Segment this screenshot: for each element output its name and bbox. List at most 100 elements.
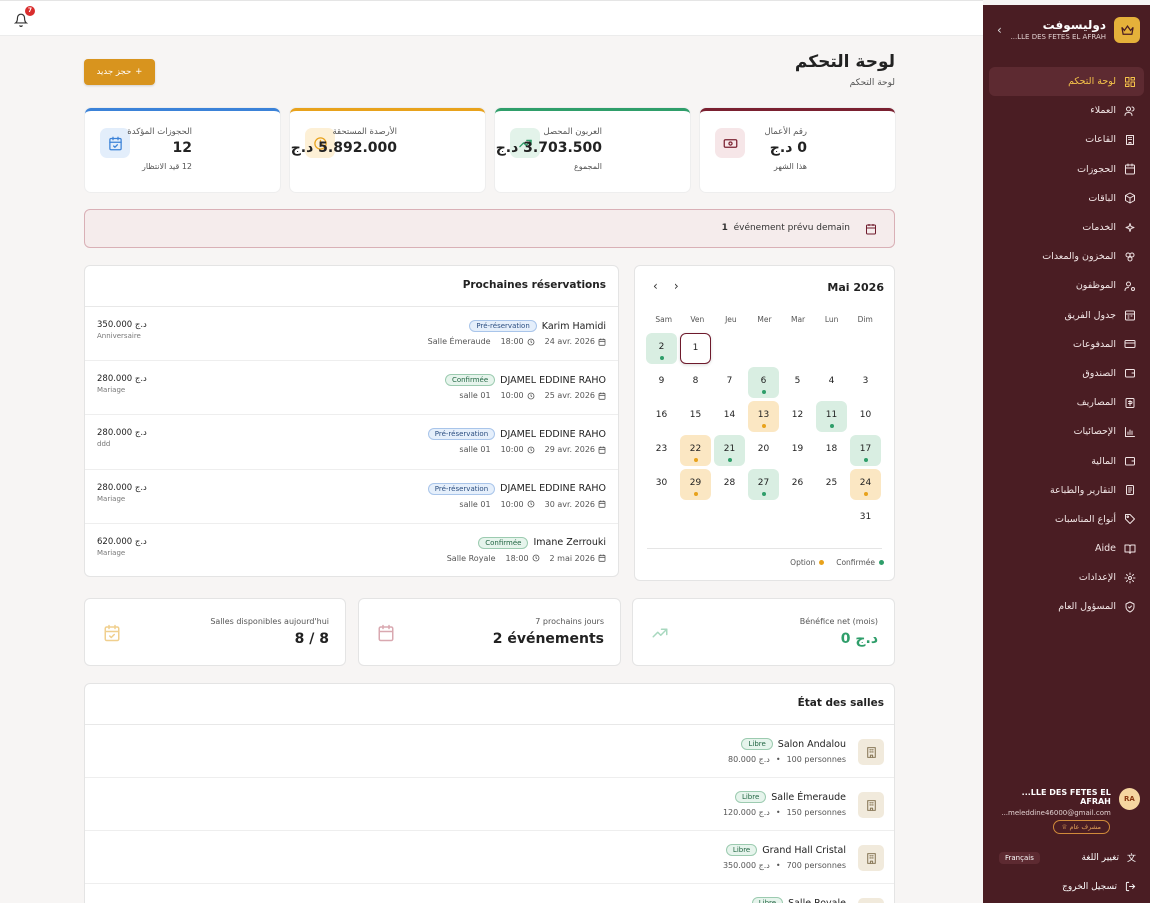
- hall-row[interactable]: Salle Émeraude Libre 150 personnes • 120.000…: [85, 778, 894, 831]
- calendar-day[interactable]: 14: [714, 401, 745, 432]
- chevron-right-icon[interactable]: ›: [674, 279, 679, 293]
- hall-row[interactable]: Grand Hall Cristal Libre 700 personnes • 350…: [85, 831, 894, 884]
- calendar-day[interactable]: 23: [646, 435, 677, 466]
- sidebar-item[interactable]: الموظفون: [989, 271, 1144, 300]
- sidebar-item[interactable]: Aide: [989, 534, 1144, 563]
- logout-icon: [1125, 881, 1136, 892]
- language-switcher[interactable]: 文 تغيير اللغة Français: [999, 851, 1136, 864]
- status-badge: Libre: [725, 844, 758, 856]
- clock-icon: [527, 338, 535, 346]
- tomorrow-event-alert[interactable]: 1 événement prévu demain: [84, 209, 895, 248]
- sidebar-item[interactable]: الخدمات: [989, 213, 1144, 242]
- hall-price: 80.000 د.ج: [728, 755, 770, 764]
- page-title: لوحة التحكم: [794, 52, 895, 72]
- sidebar-item[interactable]: المسؤول العام: [989, 592, 1144, 621]
- calendar-icon: [866, 224, 876, 235]
- sidebar-item[interactable]: المصاريف: [989, 388, 1144, 417]
- calendar-day[interactable]: 12: [782, 401, 813, 432]
- logout-button[interactable]: تسجيل الخروج: [1062, 881, 1136, 892]
- calendar-day[interactable]: 20: [748, 435, 779, 466]
- status-badge: Confirmée: [444, 374, 496, 387]
- sidebar-item-label: التقارير والطباعة: [1049, 484, 1116, 496]
- sidebar-item[interactable]: الصندوق: [989, 359, 1144, 388]
- bell-icon[interactable]: [14, 13, 28, 27]
- book-icon: [1124, 543, 1136, 555]
- calendar-day[interactable]: 7: [714, 367, 745, 398]
- divider: [647, 548, 882, 549]
- calendar-day[interactable]: 15: [680, 401, 711, 432]
- calendar-day[interactable]: 30: [646, 469, 677, 500]
- calendar-day[interactable]: 11: [816, 401, 847, 432]
- sidebar-item[interactable]: المخزون والمعدات: [989, 242, 1144, 271]
- sidebar-item[interactable]: المدفوعات: [989, 330, 1144, 359]
- reservation-row[interactable]: DJAMEL EDDINE RAHO Pré-réservation 29 avr.…: [85, 415, 618, 470]
- calendar-day[interactable]: 27: [748, 469, 779, 500]
- calendar-day[interactable]: 21: [714, 435, 745, 466]
- sidebar-item[interactable]: أنواع المناسبات: [989, 505, 1144, 534]
- calendar-day[interactable]: 26: [782, 469, 813, 500]
- sidebar-item[interactable]: الإعدادات: [989, 563, 1144, 592]
- stat-card: رقم الأعمال 0 د.ج هذا الشهر: [700, 108, 895, 192]
- calendar-day[interactable]: 13: [748, 401, 779, 432]
- schedule-icon: [1124, 309, 1136, 321]
- notification-badge: 7: [25, 6, 35, 16]
- calendar-day[interactable]: 17: [850, 435, 881, 466]
- event-type: Mariage: [97, 494, 126, 503]
- calendar-day[interactable]: 8: [680, 367, 711, 398]
- calendar-widget: Mai 2026 ‹ › Dim Lun Mar Mer Jeu Ven Sam 12345…: [634, 265, 895, 581]
- calendar-day[interactable]: 6: [748, 367, 779, 398]
- calendar-day[interactable]: 3: [850, 367, 881, 398]
- calendar-day[interactable]: 19: [782, 435, 813, 466]
- hall-row[interactable]: Salle RoyaleLibre•: [85, 884, 894, 903]
- collapse-sidebar-button[interactable]: ‹: [997, 23, 1002, 37]
- reservation-hall: Salle Royale: [446, 553, 496, 563]
- stat-card: الأرصدة المستحقة 5.892.000 د.ج: [290, 108, 485, 192]
- sidebar-item[interactable]: التقارير والطباعة: [989, 476, 1144, 505]
- user-profile[interactable]: RA ...LLE DES FETES EL AFRAH ...meleddin…: [993, 788, 1140, 817]
- reservation-row[interactable]: DJAMEL EDDINE RAHO Pré-réservation 30 avr.…: [85, 470, 618, 524]
- calendar-day[interactable]: 28: [714, 469, 745, 500]
- legend-confirmed: Confirmée: [836, 558, 875, 567]
- reservation-row[interactable]: DJAMEL EDDINE RAHO Confirmée 25 avr. 2026 1…: [85, 361, 618, 416]
- sidebar-item[interactable]: الإحصائيات: [989, 417, 1144, 446]
- reservation-row[interactable]: Karim Hamidi Pré-réservation 24 avr. 2026 1…: [85, 307, 618, 362]
- reservation-row[interactable]: Imane Zerrouki Confirmée 2 mai 2026 18:00 Sa…: [85, 524, 618, 576]
- reservation-date: 24 avr. 2026: [544, 337, 595, 346]
- calendar-day[interactable]: 18: [816, 435, 847, 466]
- sidebar-item[interactable]: الحجوزات: [989, 155, 1144, 184]
- calendar-day[interactable]: 4: [816, 367, 847, 398]
- sidebar-item[interactable]: المالية: [989, 446, 1144, 475]
- calendar-day[interactable]: 29: [680, 469, 711, 500]
- calendar-day[interactable]: 31: [850, 503, 881, 534]
- reservation-hall: salle 01: [459, 391, 491, 401]
- sidebar-item[interactable]: القاعات: [989, 125, 1144, 154]
- chevron-left-icon[interactable]: ‹: [653, 279, 658, 293]
- hall-row[interactable]: Salon Andalou Libre 100 personnes • 80.000 د…: [85, 725, 894, 778]
- sidebar-item[interactable]: العملاء: [989, 96, 1144, 125]
- sidebar-item[interactable]: الباقات: [989, 184, 1144, 213]
- calendar-day[interactable]: 22: [680, 435, 711, 466]
- sidebar-item-label: المصاريف: [1076, 397, 1116, 409]
- user-email: ...meleddine46000@gmail.com: [1001, 809, 1111, 817]
- sidebar-item-label: الإعدادات: [1078, 572, 1116, 584]
- calendar-day[interactable]: 5: [782, 367, 813, 398]
- language-value[interactable]: Français: [999, 851, 1040, 864]
- calendar-day[interactable]: 16: [646, 401, 677, 432]
- calendar-day[interactable]: 1: [680, 333, 711, 364]
- calendar-day[interactable]: 2: [646, 333, 677, 364]
- sidebar-item[interactable]: جدول الفريق: [989, 301, 1144, 330]
- calendar-day[interactable]: 9: [646, 367, 677, 398]
- summary-label: Bénéfice net (mois): [799, 617, 878, 626]
- calendar-icon: [377, 624, 395, 645]
- client-name: Imane Zerrouki: [533, 537, 606, 549]
- calendar-day[interactable]: 24: [850, 469, 881, 500]
- status-badge: Confirmée: [478, 536, 529, 549]
- calendar-day[interactable]: 10: [850, 401, 881, 432]
- calendar-day[interactable]: 25: [816, 469, 847, 500]
- legend-option: Option: [790, 558, 816, 567]
- new-reservation-button[interactable]: حجز جديد +: [84, 59, 155, 85]
- event-dot: [863, 492, 868, 496]
- hall-name: Salon Andalou: [777, 738, 846, 750]
- sidebar-item-label: المالية: [1091, 455, 1116, 467]
- sidebar-item[interactable]: لوحة التحكم: [989, 67, 1144, 97]
